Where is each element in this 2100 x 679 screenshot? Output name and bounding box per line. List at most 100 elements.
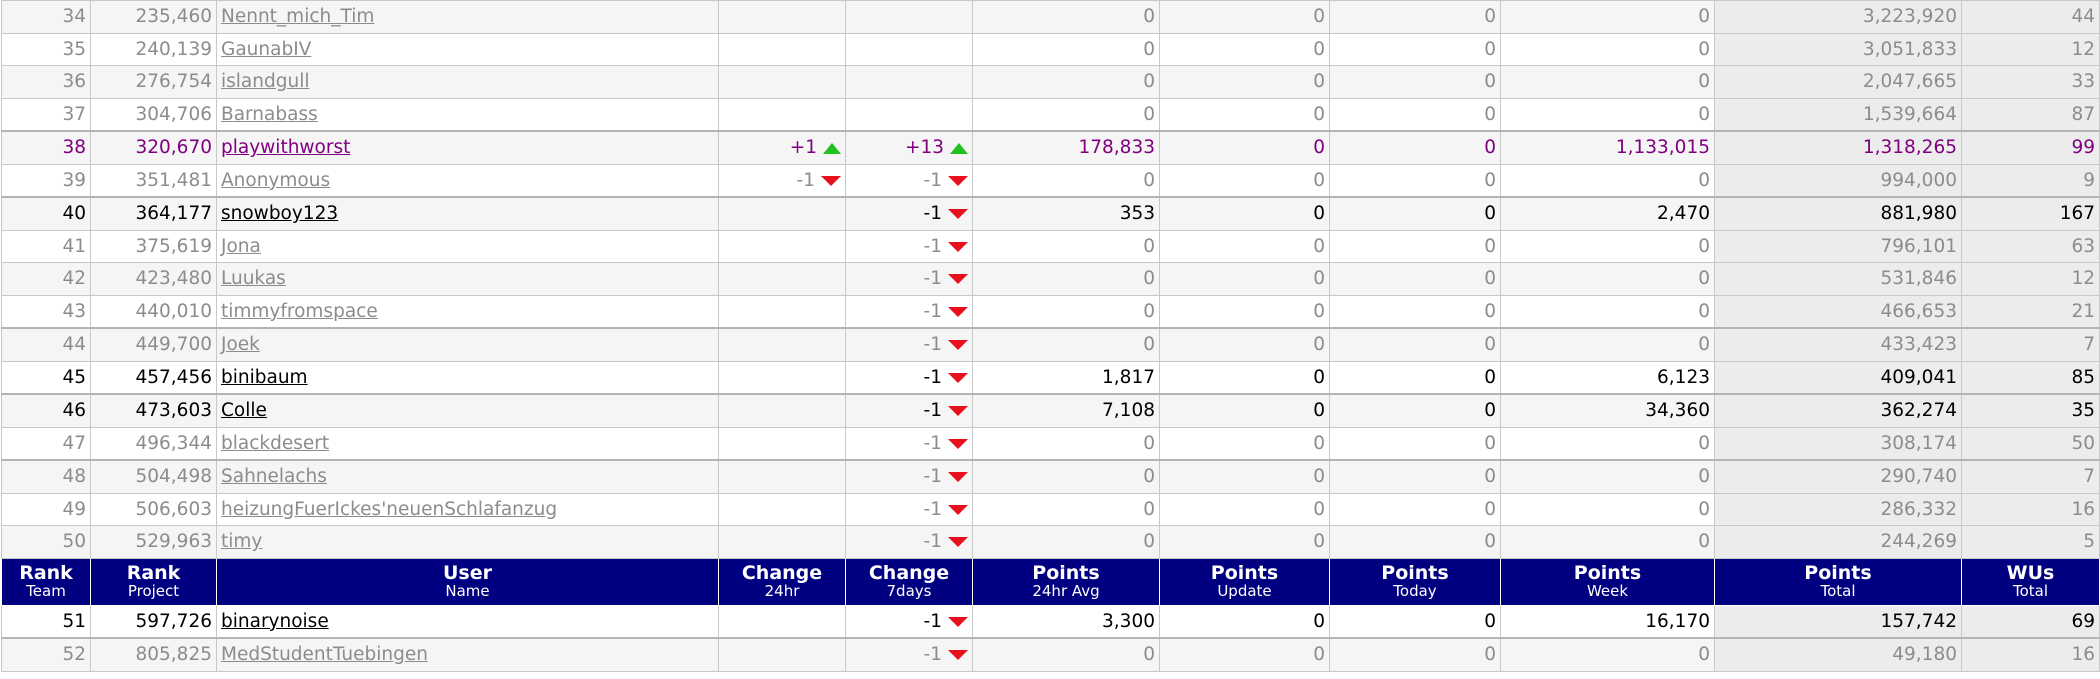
points-week-cell: 6,123 xyxy=(1500,360,1715,395)
user-link[interactable]: Colle xyxy=(221,400,267,421)
arrow-down-icon xyxy=(948,438,968,449)
user-cell: Sahnelachs xyxy=(216,459,719,494)
points-24hr-avg-cell: 0 xyxy=(972,525,1160,559)
user-link[interactable]: timy xyxy=(221,531,262,552)
change-24hr-cell xyxy=(718,459,846,494)
points-total-cell: 1,539,664 xyxy=(1714,97,1962,132)
user-link[interactable]: Sahnelachs xyxy=(221,466,327,487)
change-7days-cell-value: -1 xyxy=(923,432,942,454)
header-rank-project[interactable]: Rank Project xyxy=(90,557,217,606)
points-week-cell: 0 xyxy=(1500,327,1715,362)
points-update-cell: 0 xyxy=(1159,294,1330,329)
user-link[interactable]: Joek xyxy=(221,334,260,355)
user-link[interactable]: binarynoise xyxy=(221,611,329,632)
points-total-cell: 409,041 xyxy=(1714,360,1962,395)
wus-total-cell: 69 xyxy=(1961,604,2100,639)
points-24hr-avg-cell: 7,108 xyxy=(972,393,1160,428)
user-link[interactable]: MedStudentTuebingen xyxy=(221,644,428,665)
user-link[interactable]: Anonymous xyxy=(221,170,330,191)
arrow-up-icon xyxy=(950,142,968,154)
rank-project-cell: 496,344 xyxy=(90,426,217,461)
header-user-name[interactable]: User Name xyxy=(216,557,719,606)
change-7days-cell-value: -1 xyxy=(923,300,942,322)
header-change-24hr[interactable]: Change 24hr xyxy=(718,557,846,606)
header-rank-team[interactable]: Rank Team xyxy=(1,557,91,606)
rank-team-cell: 34 xyxy=(1,0,91,34)
table-row: 49 506,603 heizungFuerIckes'neuenSchlafanz… xyxy=(1,492,2100,526)
user-link[interactable]: Barnabass xyxy=(221,104,318,125)
rank-team-cell: 51 xyxy=(1,604,91,639)
user-link[interactable]: timmyfromspace xyxy=(221,301,378,322)
table-row: 36 276,754 islandgull 0 0 0 0 2,047,665 33 xyxy=(1,65,2100,99)
points-24hr-avg-cell: 178,833 xyxy=(972,130,1160,165)
arrow-down-icon xyxy=(821,175,841,186)
points-total-cell: 1,318,265 xyxy=(1714,130,1962,165)
arrow-down-icon xyxy=(948,340,968,351)
rank-team-cell: 47 xyxy=(1,426,91,461)
table-row: 47 496,344 blackdesert -1 0 0 0 0 308,174 50 xyxy=(1,426,2100,461)
user-link[interactable]: Jona xyxy=(221,236,261,257)
rank-team-cell: 37 xyxy=(1,97,91,132)
rank-team-cell: 48 xyxy=(1,459,91,494)
points-week-cell: 1,133,015 xyxy=(1500,130,1715,165)
change-24hr-cell xyxy=(718,294,846,329)
points-week-cell: 0 xyxy=(1500,163,1715,198)
wus-total-cell: 16 xyxy=(1961,492,2100,526)
change-24hr-cell xyxy=(718,492,846,526)
arrow-down-icon xyxy=(948,504,968,515)
user-link[interactable]: blackdesert xyxy=(221,433,329,454)
change-7days-cell-value: -1 xyxy=(923,610,942,632)
user-link[interactable]: Luukas xyxy=(221,268,286,289)
header-points-update[interactable]: Points Update xyxy=(1159,557,1330,606)
change-7days-cell xyxy=(845,65,973,99)
change-24hr-cell xyxy=(718,525,846,559)
rank-project-cell: 364,177 xyxy=(90,196,217,231)
header-points-today[interactable]: Points Today xyxy=(1329,557,1501,606)
header-wus-total[interactable]: WUs Total xyxy=(1961,557,2100,606)
user-link[interactable]: snowboy123 xyxy=(221,203,338,224)
user-link[interactable]: playwithworst xyxy=(221,137,350,158)
rank-team-cell: 38 xyxy=(1,130,91,165)
user-link[interactable]: GaunabIV xyxy=(221,39,311,60)
user-link[interactable]: Nennt_mich_Tim xyxy=(221,6,374,27)
user-link[interactable]: islandgull xyxy=(221,71,309,92)
user-cell: timmyfromspace xyxy=(216,294,719,329)
points-24hr-avg-cell: 0 xyxy=(972,229,1160,263)
user-cell: Joek xyxy=(216,327,719,362)
points-24hr-avg-cell: 1,817 xyxy=(972,360,1160,395)
points-total-cell: 49,180 xyxy=(1714,637,1962,672)
user-cell: Colle xyxy=(216,393,719,428)
user-link[interactable]: binibaum xyxy=(221,367,308,388)
change-7days-cell: -1 xyxy=(845,393,973,428)
points-24hr-avg-cell: 0 xyxy=(972,637,1160,672)
points-24hr-avg-cell: 0 xyxy=(972,262,1160,296)
user-cell: Luukas xyxy=(216,262,719,296)
user-cell: heizungFuerIckes'neuenSchlafanzug xyxy=(216,492,719,526)
wus-total-cell: 21 xyxy=(1961,294,2100,329)
header-points-24hr-avg[interactable]: Points 24hr Avg xyxy=(972,557,1160,606)
user-link[interactable]: heizungFuerIckes'neuenSchlafanzug xyxy=(221,499,557,520)
change-7days-cell: -1 xyxy=(845,525,973,559)
points-week-cell: 0 xyxy=(1500,426,1715,461)
rank-team-cell: 49 xyxy=(1,492,91,526)
points-update-cell: 0 xyxy=(1159,65,1330,99)
change-24hr-cell-value: -1 xyxy=(796,169,815,191)
change-24hr-cell: -1 xyxy=(718,163,846,198)
change-24hr-cell-value: +1 xyxy=(789,137,817,159)
change-24hr-cell xyxy=(718,32,846,66)
change-7days-cell-value: -1 xyxy=(923,169,942,191)
header-change-7days[interactable]: Change 7days xyxy=(845,557,973,606)
header-points-week[interactable]: Points Week xyxy=(1500,557,1715,606)
table-row: 45 457,456 binibaum -1 1,817 0 0 6,123 409,041 85 xyxy=(1,360,2100,395)
points-total-cell: 157,742 xyxy=(1714,604,1962,639)
arrow-down-icon xyxy=(948,616,968,627)
change-24hr-cell xyxy=(718,196,846,231)
rank-project-cell: 235,460 xyxy=(90,0,217,34)
change-7days-cell: -1 xyxy=(845,163,973,198)
header-points-total[interactable]: Points Total xyxy=(1714,557,1962,606)
points-update-cell: 0 xyxy=(1159,262,1330,296)
points-24hr-avg-cell: 3,300 xyxy=(972,604,1160,639)
points-update-cell: 0 xyxy=(1159,130,1330,165)
wus-total-cell: 44 xyxy=(1961,0,2100,34)
arrow-down-icon xyxy=(948,209,968,220)
